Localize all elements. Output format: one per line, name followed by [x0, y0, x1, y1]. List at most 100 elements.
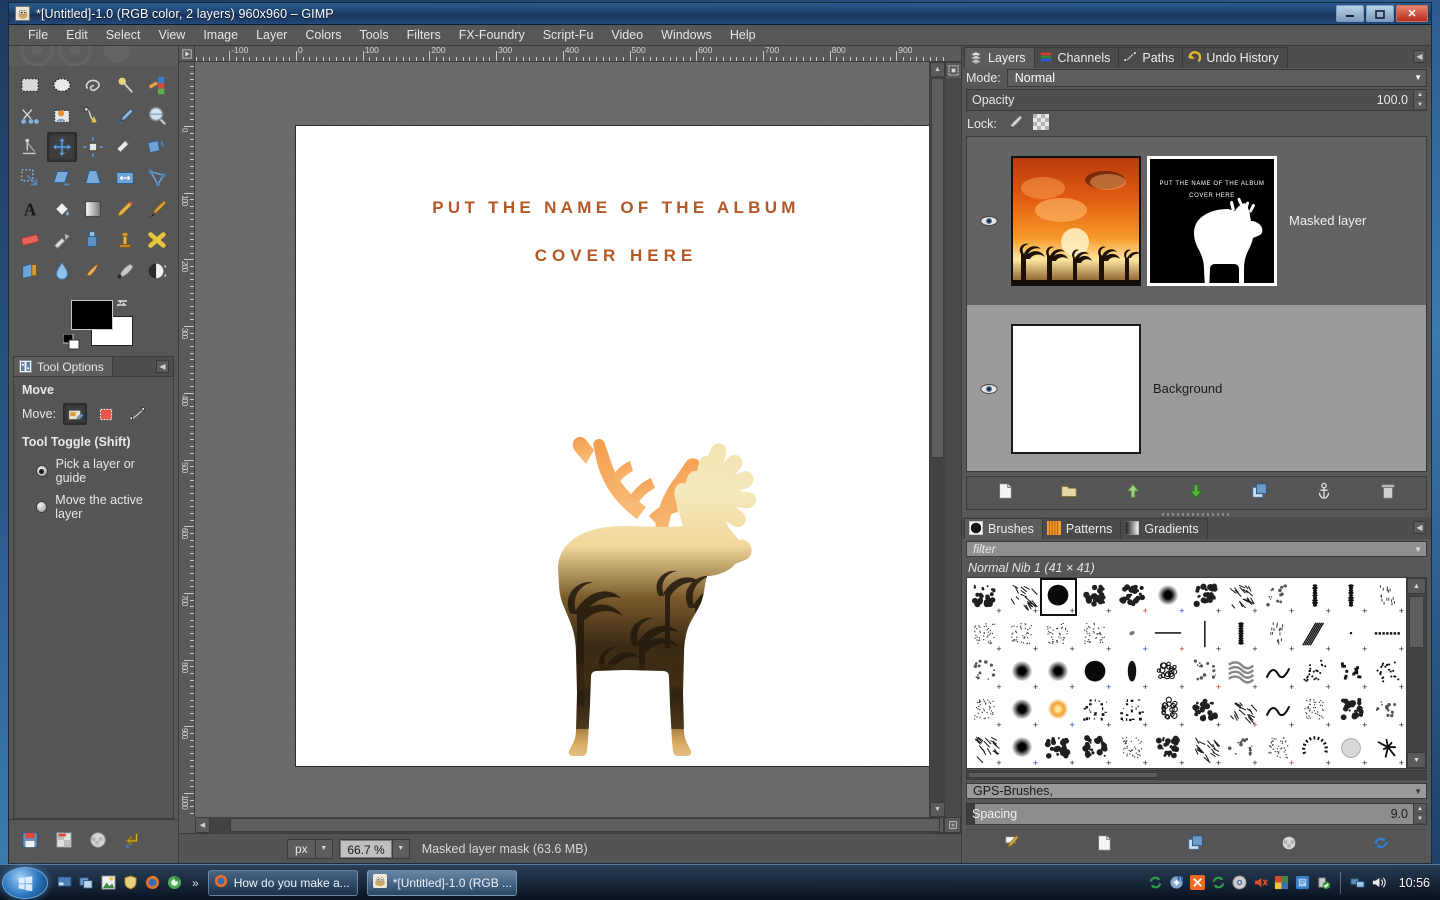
scale-tool[interactable]	[15, 163, 46, 193]
brush-item[interactable]: +	[967, 730, 1004, 768]
smudge-tool[interactable]	[78, 256, 109, 286]
brush-scroll-up-button[interactable]: ▲	[1407, 578, 1426, 595]
default-colors-icon[interactable]	[63, 334, 81, 350]
start-button[interactable]	[2, 866, 48, 899]
brush-filter-chevron-down-icon[interactable]: ▼	[1414, 545, 1422, 554]
menu-tools[interactable]: Tools	[350, 26, 397, 44]
scroll-left-button[interactable]: ◀	[195, 817, 210, 833]
brush-item[interactable]: +	[1296, 692, 1333, 730]
anchor-layer-button[interactable]	[1315, 482, 1333, 503]
opacity-stepper[interactable]: ▲ ▼	[1413, 90, 1426, 111]
brush-item[interactable]: +	[1369, 578, 1406, 616]
quick-launch-overflow-icon[interactable]: »	[192, 876, 199, 890]
brush-grid-hscrollbar[interactable]	[966, 770, 1427, 780]
zoom-tool[interactable]	[141, 101, 172, 131]
brush-filter-input[interactable]: filter ▼	[966, 541, 1427, 558]
brush-item[interactable]: +	[1223, 578, 1260, 616]
brush-item[interactable]: +	[1040, 654, 1077, 692]
brush-item[interactable]: +	[1040, 616, 1077, 654]
duplicate-layer-button[interactable]	[1251, 482, 1269, 503]
menu-image[interactable]: Image	[194, 26, 247, 44]
xampp-icon[interactable]	[1189, 874, 1206, 891]
scissors-select-tool[interactable]	[15, 101, 46, 131]
hscroll-track[interactable]	[210, 817, 940, 833]
brush-item[interactable]: +	[1186, 654, 1223, 692]
color-picker-tool[interactable]	[110, 101, 141, 131]
brushes-dock-collapse-icon[interactable]: ◀	[1413, 521, 1426, 535]
lock-pixels-icon[interactable]	[1007, 114, 1023, 133]
layer-visibility-toggle-bg[interactable]	[967, 383, 1011, 395]
paths-tool[interactable]	[78, 101, 109, 131]
canvas-horizontal-scrollbar[interactable]: ◀ ▶	[179, 817, 961, 833]
brush-item[interactable]: +	[1004, 654, 1041, 692]
firefox-icon[interactable]	[144, 874, 161, 891]
brush-item[interactable]: +	[967, 692, 1004, 730]
save-icon[interactable]	[21, 831, 39, 852]
brush-item[interactable]: +	[1186, 730, 1223, 768]
brush-item[interactable]: +	[1113, 616, 1150, 654]
lower-layer-button[interactable]	[1187, 482, 1205, 503]
brush-item[interactable]: +	[1333, 730, 1370, 768]
radio-move-active-layer[interactable]: Move the active layer	[36, 493, 165, 521]
brush-hscroll-thumb[interactable]	[968, 772, 1158, 778]
brush-tag-chevron-down-icon[interactable]: ▼	[1414, 787, 1422, 796]
layer-name-bg[interactable]: Background	[1153, 381, 1222, 396]
brush-item[interactable]: +	[1296, 730, 1333, 768]
paintbrush-tool[interactable]	[141, 194, 172, 224]
duplicate-brush-button[interactable]	[1187, 834, 1205, 855]
quick-mask-toggle[interactable]	[945, 62, 961, 78]
brush-item[interactable]: +	[1186, 692, 1223, 730]
layer-row-masked-layer[interactable]: PUT THE NAME OF THE ALBUM COVER HERE Mas…	[967, 136, 1426, 305]
speaker-mute-icon[interactable]	[1252, 874, 1269, 891]
tab-paths[interactable]: Paths	[1118, 47, 1184, 68]
spacing-down-icon[interactable]: ▼	[1414, 814, 1426, 824]
show-desktop-icon[interactable]	[56, 874, 73, 891]
layer-name[interactable]: Masked layer	[1289, 213, 1366, 228]
move-selection-mode-button[interactable]	[94, 403, 118, 425]
brush-item[interactable]: +	[1260, 654, 1297, 692]
brush-item[interactable]: +	[1113, 654, 1150, 692]
brush-item[interactable]: +	[1150, 616, 1187, 654]
tab-gradients[interactable]: Gradients	[1120, 518, 1208, 540]
opacity-up-icon[interactable]: ▲	[1414, 90, 1426, 101]
brush-item[interactable]: +	[1260, 692, 1297, 730]
ellipse-select-tool[interactable]	[47, 70, 78, 100]
spacing-up-icon[interactable]: ▲	[1414, 804, 1426, 814]
update-icon[interactable]: 1	[1168, 874, 1185, 891]
tab-layers[interactable]: Layers	[964, 47, 1035, 68]
ruler-origin-button[interactable]	[179, 46, 195, 62]
brush-item[interactable]: +	[967, 654, 1004, 692]
eraser-tool[interactable]	[15, 225, 46, 255]
blue-app-icon[interactable]	[1294, 874, 1311, 891]
brush-item[interactable]: +	[1040, 730, 1077, 768]
menu-windows[interactable]: Windows	[652, 26, 721, 44]
shield-icon[interactable]	[122, 874, 139, 891]
brush-item[interactable]: +	[1113, 578, 1150, 616]
taskbar-clock[interactable]: 10:56	[1399, 876, 1430, 890]
brightness-contrast-tool[interactable]	[141, 256, 172, 286]
scroll-up-button[interactable]: ▲	[930, 62, 945, 77]
vscroll-track[interactable]	[930, 77, 945, 802]
blend-mode-select[interactable]: Normal ▼	[1006, 68, 1427, 87]
brush-item[interactable]: +	[1077, 654, 1114, 692]
edit-brush-button[interactable]	[1003, 834, 1021, 855]
menu-fx-foundry[interactable]: FX-Foundry	[450, 26, 534, 44]
brush-item[interactable]: +	[1150, 730, 1187, 768]
brush-item[interactable]: +	[1077, 616, 1114, 654]
heal-tool[interactable]	[141, 225, 172, 255]
brush-item[interactable]: +	[1004, 692, 1041, 730]
minimize-button[interactable]	[1336, 5, 1364, 22]
layer-row-background[interactable]: Background	[967, 304, 1426, 471]
tab-channels[interactable]: Channels	[1033, 47, 1120, 68]
canvas-vertical-scrollbar[interactable]: ▲ ▼	[929, 62, 945, 817]
brush-tag-selector[interactable]: GPS-Brushes, ▼	[966, 783, 1427, 799]
tab-patterns[interactable]: Patterns	[1041, 518, 1122, 540]
sync-icon[interactable]	[1147, 874, 1164, 891]
shear-tool[interactable]	[47, 163, 78, 193]
brush-item[interactable]: +	[1113, 692, 1150, 730]
menu-video[interactable]: Video	[602, 26, 652, 44]
menu-filters[interactable]: Filters	[398, 26, 450, 44]
brush-grid[interactable]: + + + + + + + + + + + + + + + + + + + + + + + + + + + + + + + + + + + + + + + +…	[967, 578, 1406, 769]
tab-undo-history[interactable]: Undo History	[1182, 47, 1288, 68]
reset-icon[interactable]	[123, 831, 141, 852]
